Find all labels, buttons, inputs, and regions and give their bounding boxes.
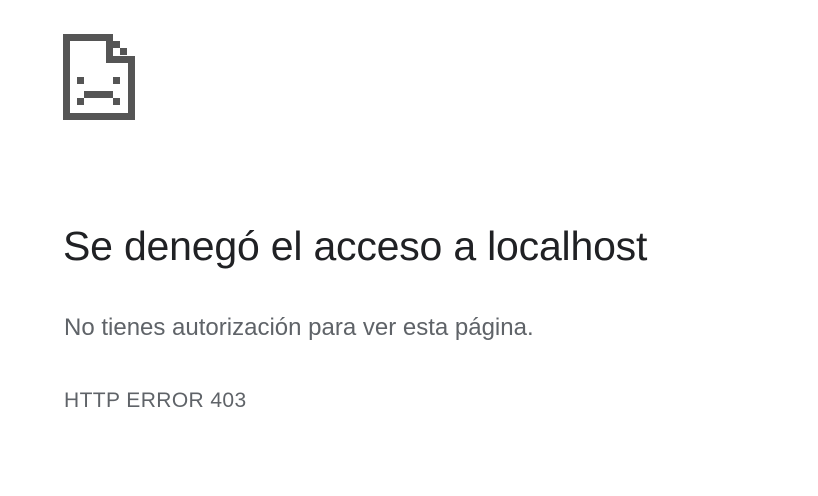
error-page: Se denegó el acceso a localhost No tiene… — [0, 0, 818, 496]
error-code: HTTP ERROR 403 — [64, 389, 247, 412]
sad-page-icon — [63, 34, 135, 120]
page-title: Se denegó el acceso a localhost — [63, 223, 648, 269]
error-message: No tienes autorización para ver esta pág… — [64, 314, 534, 341]
